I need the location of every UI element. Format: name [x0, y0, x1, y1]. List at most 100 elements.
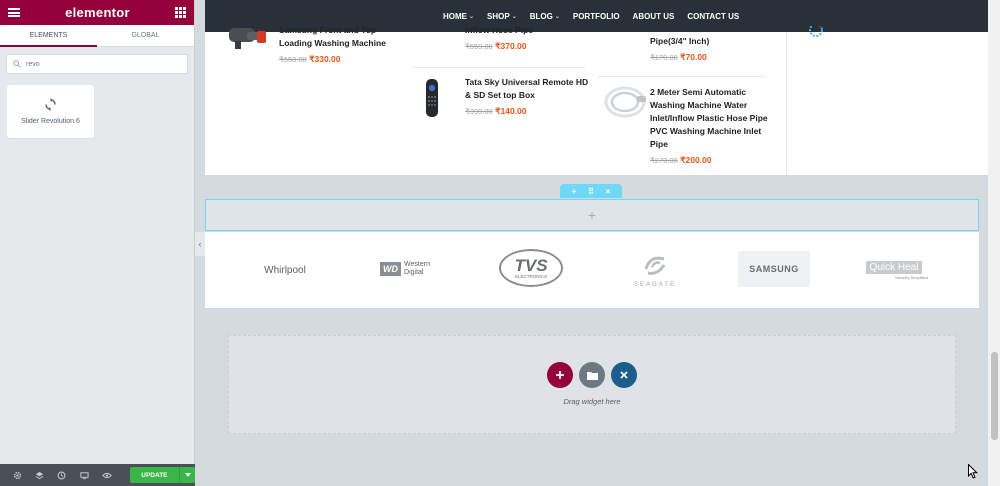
- panel-tabs: ELEMENTS GLOBAL: [0, 25, 194, 47]
- eye-icon: [101, 472, 112, 478]
- brand-line: Digital: [404, 269, 424, 276]
- nav-about[interactable]: ABOUT US: [633, 12, 675, 21]
- responsive-icon: [80, 471, 89, 479]
- brand-text: Western Digital: [404, 261, 430, 277]
- product-price: ₹399.00 ₹140.00: [465, 106, 590, 117]
- new-price: ₹70.00: [680, 52, 707, 62]
- brand-mark: WD: [380, 262, 402, 276]
- widgets-grid-icon[interactable]: [175, 7, 186, 18]
- nav-home[interactable]: HOME ⌄: [443, 12, 474, 21]
- product-name[interactable]: Inflow Hose Pipe: [465, 24, 585, 37]
- product-card[interactable]: Inflow Hose Pipe ₹559.00 ₹370.00: [465, 24, 585, 52]
- nav-label: BLOG: [529, 11, 553, 21]
- drop-zone-buttons: [547, 362, 637, 388]
- old-price: ₹559.00: [465, 42, 493, 51]
- nav-label: SHOP: [487, 11, 510, 21]
- nav-blog[interactable]: BLOG ⌄: [530, 12, 560, 21]
- drag-handle-icon[interactable]: ⠿: [588, 187, 594, 196]
- product-price: ₹270.00 ₹200.00: [650, 155, 775, 166]
- add-section-button[interactable]: [547, 362, 573, 388]
- product-name[interactable]: Tata Sky Universal Remote HD & SD Set to…: [465, 76, 590, 102]
- divider: [786, 32, 787, 175]
- empty-section[interactable]: +: [205, 199, 979, 231]
- widget-label: Slider Revolution 6: [21, 118, 80, 125]
- product-price: ₹170.00 ₹70.00: [650, 52, 775, 63]
- product-price: ₹550.00 ₹330.00: [279, 54, 404, 65]
- responsive-button[interactable]: [73, 464, 95, 486]
- brand-logo-samsung[interactable]: SAMSUNG: [738, 251, 810, 287]
- old-price: ₹170.00: [650, 53, 678, 62]
- nav-label: PORTFOLIO: [572, 11, 620, 21]
- update-button[interactable]: UPDATE: [129, 467, 180, 483]
- brand-logo-western-digital[interactable]: WD Western Digital: [365, 258, 445, 280]
- nav-label: HOME: [443, 11, 467, 21]
- close-icon[interactable]: ×: [606, 187, 611, 196]
- drop-zone[interactable]: Drag widget here: [228, 335, 956, 434]
- search-wrapper: revo: [0, 47, 194, 81]
- brand-text: SEAGATE: [634, 281, 676, 288]
- settings-button[interactable]: [6, 464, 28, 486]
- nav-contact[interactable]: CONTACT US: [687, 12, 739, 21]
- tab-elements[interactable]: ELEMENTS: [0, 25, 97, 47]
- brand-logo-tvs[interactable]: TVS ELECTRONICS: [498, 248, 564, 288]
- chevron-down-icon: ⌄: [554, 13, 560, 20]
- nav-shop[interactable]: SHOP ⌄: [487, 12, 517, 21]
- search-value: revo: [26, 60, 40, 68]
- update-options-button[interactable]: [179, 467, 195, 483]
- product-name[interactable]: Pipe(3/4" Inch): [650, 35, 775, 48]
- plus-icon[interactable]: +: [588, 207, 596, 223]
- menu-icon[interactable]: [8, 8, 20, 17]
- product-card[interactable]: Samsung Front and Top Loading Washing Ma…: [279, 24, 404, 65]
- widget-slider-revolution[interactable]: Slider Revolution 6: [7, 85, 94, 138]
- chevron-down-icon: ⌄: [469, 13, 475, 20]
- new-price: ₹140.00: [495, 106, 527, 116]
- brand-subtext: ELECTRONICS: [514, 274, 547, 279]
- navigator-button[interactable]: [28, 464, 50, 486]
- old-price: ₹270.00: [650, 156, 678, 165]
- search-input[interactable]: revo: [6, 54, 188, 74]
- gear-icon: [13, 471, 21, 479]
- close-x-icon: [620, 371, 628, 379]
- seagate-swirl-icon: [644, 256, 666, 275]
- product-name[interactable]: Samsung Front and Top Loading Washing Ma…: [279, 24, 404, 50]
- caret-up-icon: [184, 473, 191, 477]
- history-button[interactable]: [51, 464, 73, 486]
- section-handle[interactable]: + ⠿ ×: [560, 184, 622, 198]
- new-price: ₹200.00: [680, 155, 712, 165]
- loading-spinner-icon: [809, 26, 823, 37]
- brand-line: Western: [404, 261, 430, 268]
- elementor-kit-button[interactable]: [611, 362, 637, 388]
- product-price: ₹559.00 ₹370.00: [465, 41, 585, 52]
- panel-header: elementor: [0, 0, 194, 25]
- scrollbar[interactable]: [988, 0, 1000, 486]
- add-icon[interactable]: +: [572, 187, 577, 196]
- product-card[interactable]: Pipe(3/4" Inch) ₹170.00 ₹70.00: [650, 35, 775, 63]
- plus-icon: [556, 371, 564, 379]
- refresh-icon: [45, 98, 56, 111]
- brands-carousel: Whirlpool WD Western Digital TVS ELECTRO…: [205, 232, 979, 308]
- nav-portfolio[interactable]: PORTFOLIO: [573, 12, 620, 21]
- product-image-hose-pipe[interactable]: [603, 84, 649, 120]
- nav-label: CONTACT US: [687, 11, 740, 21]
- brand-logo-whirlpool[interactable]: Whirlpool: [245, 260, 325, 280]
- brand-logo-quick-heal[interactable]: Quick Heal Security Simplified: [860, 256, 928, 284]
- divider: [598, 76, 765, 77]
- product-card[interactable]: 2 Meter Semi Automatic Washing Machine W…: [650, 86, 775, 166]
- add-template-button[interactable]: [579, 362, 605, 388]
- product-name[interactable]: 2 Meter Semi Automatic Washing Machine W…: [650, 86, 775, 151]
- product-card[interactable]: Tata Sky Universal Remote HD & SD Set to…: [465, 76, 590, 117]
- scrollbar-thumb[interactable]: [991, 352, 998, 440]
- brand-text: Quick Heal: [865, 260, 923, 274]
- brand-logo-seagate[interactable]: SEAGATE: [623, 248, 687, 292]
- panel-footer: UPDATE: [0, 464, 195, 486]
- layers-icon: [35, 471, 44, 479]
- preview-button[interactable]: [95, 464, 117, 486]
- divider: [413, 67, 585, 68]
- product-image-washing-machine-part[interactable]: [225, 26, 270, 52]
- tab-global[interactable]: GLOBAL: [97, 25, 194, 47]
- product-image-remote[interactable]: [423, 78, 441, 118]
- brand-text: Whirlpool: [264, 264, 306, 276]
- mouse-cursor-icon: [968, 464, 978, 479]
- brand-text: TVS: [514, 256, 548, 275]
- history-icon: [57, 471, 66, 479]
